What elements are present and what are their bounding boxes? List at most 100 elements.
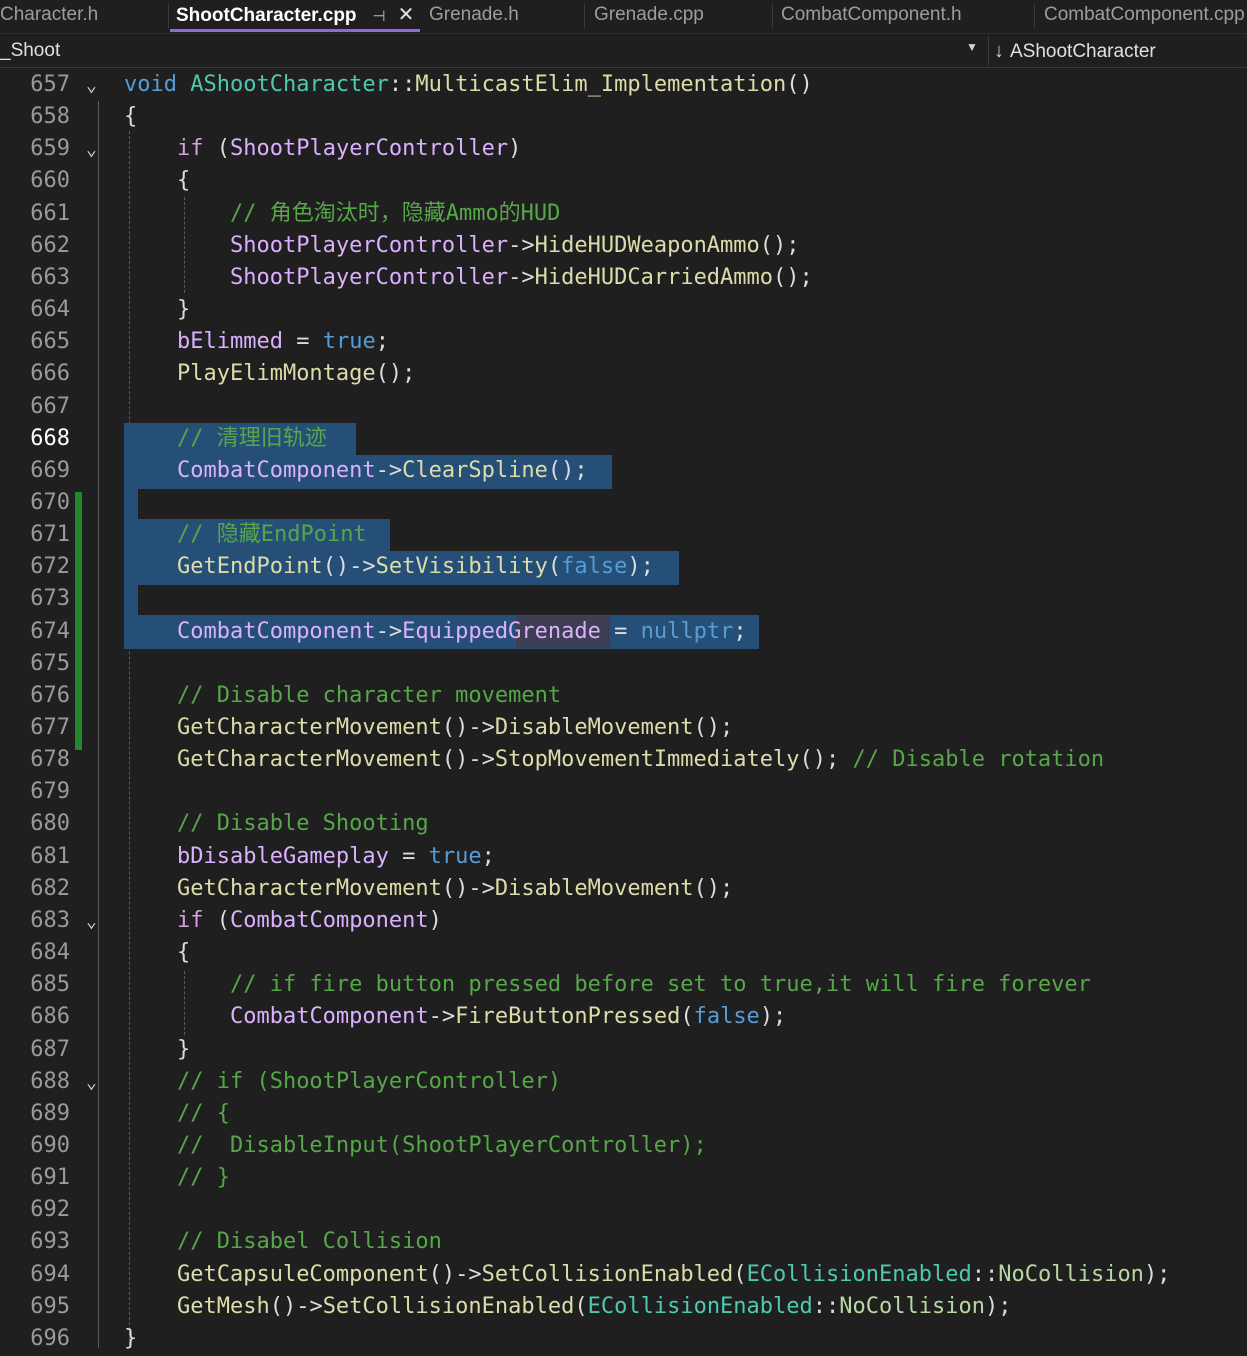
line-number: 666 (30, 361, 70, 386)
tab-combatcomponent-cpp[interactable]: CombatComponent.cpp (1044, 0, 1247, 32)
tab-combatcomponent-h[interactable]: CombatComponent.h (781, 0, 1031, 32)
code-text: // { (124, 1098, 230, 1130)
code-line[interactable]: 663 ShootPlayerController->HideHUDCarrie… (0, 262, 1247, 294)
code-line[interactable]: 695 GetMesh()->SetCollisionEnabled(EColl… (0, 1291, 1247, 1323)
code-token: } (124, 1326, 138, 1351)
code-line[interactable]: 670 (0, 487, 1247, 519)
code-line[interactable]: 678 GetCharacterMovement()->StopMovement… (0, 744, 1247, 776)
tab-grenade-h[interactable]: Grenade.h (429, 0, 581, 32)
code-text: } (124, 294, 190, 326)
code-line[interactable]: 666 PlayElimMontage(); (0, 358, 1247, 390)
code-line[interactable]: 673 (0, 583, 1247, 615)
code-token: ()-> (428, 1262, 482, 1287)
line-number: 686 (30, 1004, 70, 1029)
code-line[interactable]: 692 (0, 1194, 1247, 1226)
code-line[interactable]: 696} (0, 1323, 1247, 1355)
code-line[interactable]: 680 // Disable Shooting (0, 808, 1247, 840)
code-line[interactable]: 690 // DisableInput(ShootPlayerControlle… (0, 1130, 1247, 1162)
line-number: 664 (30, 297, 70, 322)
fold-chevron-icon[interactable]: ⌄ (86, 134, 108, 166)
code-line[interactable]: 659 ⌄ if (ShootPlayerController) (0, 133, 1247, 165)
code-token: { (124, 940, 191, 965)
code-text: if (ShootPlayerController) (124, 133, 521, 165)
code-line[interactable]: 679 (0, 776, 1247, 808)
code-line[interactable]: 684 { (0, 937, 1247, 969)
code-text: ShootPlayerController->HideHUDWeaponAmmo… (124, 230, 800, 262)
code-line[interactable]: 660 { (0, 165, 1247, 197)
code-text: { (124, 165, 190, 197)
code-line[interactable]: 694 GetCapsuleComponent()->SetCollisionE… (0, 1259, 1247, 1291)
code-line[interactable]: 665 bElimmed = true; (0, 326, 1247, 358)
code-line[interactable]: 675 (0, 648, 1247, 680)
code-line[interactable]: 658 { (0, 101, 1247, 133)
code-token: bDisableGameplay (176, 844, 389, 869)
fold-chevron-icon[interactable]: ⌄ (86, 1067, 108, 1099)
project-dropdown[interactable]: _Shoot (0, 40, 60, 62)
code-line[interactable]: 676 // Disable character movement (0, 680, 1247, 712)
fold-chevron-icon[interactable]: ⌄ (86, 906, 108, 938)
code-token: ); (627, 554, 654, 579)
code-token: ( (680, 1004, 694, 1029)
code-line[interactable]: 682 GetCharacterMovement()->DisableMovem… (0, 873, 1247, 905)
code-token: ClearSpline (402, 458, 548, 483)
chevron-down-icon[interactable]: ▼ (966, 40, 978, 54)
code-line[interactable]: 689 // { (0, 1098, 1247, 1130)
tab-grenade-cpp[interactable]: Grenade.cpp (594, 0, 770, 32)
code-token: // 角色淘汰时，隐藏Ammo的HUD (229, 201, 561, 226)
code-line[interactable]: 672 GetEndPoint()->SetVisibility(false); (0, 551, 1247, 583)
code-line[interactable]: 683 ⌄ if (CombatComponent) (0, 905, 1247, 937)
close-icon[interactable]: ✕ (398, 0, 415, 30)
code-text: { (124, 937, 190, 969)
code-line[interactable]: 661 // 角色淘汰时，隐藏Ammo的HUD (0, 198, 1247, 230)
code-token: = (388, 844, 429, 869)
fold-chevron-icon[interactable]: ⌄ (86, 70, 108, 102)
code-line[interactable]: 688 ⌄ // if (ShootPlayerController) (0, 1066, 1247, 1098)
code-line[interactable]: 687 } (0, 1034, 1247, 1066)
code-token: (); (773, 265, 813, 290)
code-token: FireButtonPressed (455, 1004, 681, 1029)
code-text: // if (ShootPlayerController) (124, 1066, 561, 1098)
code-token: ShootPlayerController (229, 136, 509, 161)
code-token: // Disable Shooting (176, 811, 429, 836)
code-line[interactable]: 686 CombatComponent->FireButtonPressed(f… (0, 1001, 1247, 1033)
code-token: CombatComponent (229, 1004, 429, 1029)
code-line[interactable]: 681 bDisableGameplay = true; (0, 841, 1247, 873)
code-token: ( (216, 908, 230, 933)
code-token: -> (375, 619, 403, 644)
line-number: 681 (30, 844, 70, 869)
line-number: 690 (30, 1133, 70, 1158)
code-line[interactable]: 674 CombatComponent->EquippedGrenade = n… (0, 616, 1247, 648)
scope-dropdown[interactable]: ↓ AShootCharacter (994, 40, 1156, 63)
line-number: 671 (30, 522, 70, 547)
code-text: CombatComponent->FireButtonPressed(false… (124, 1001, 786, 1033)
code-token: CombatComponent (176, 458, 376, 483)
code-token: ()-> (441, 715, 495, 740)
tab-character-h[interactable]: Character.h (0, 0, 166, 32)
code-line[interactable]: 693 // Disabel Collision (0, 1226, 1247, 1258)
code-text: CombatComponent->EquippedGrenade = nullp… (124, 616, 747, 648)
code-editor[interactable]: 657 ⌄ void AShootCharacter::MulticastElim_… (0, 69, 1247, 1356)
code-line[interactable]: 667 (0, 391, 1247, 423)
code-line[interactable]: 671 // 隐藏EndPoint (0, 519, 1247, 551)
code-line[interactable]: 677 GetCharacterMovement()->DisableMovem… (0, 712, 1247, 744)
code-line[interactable]: 668 // 清理旧轨迹 (0, 423, 1247, 455)
code-line[interactable]: 685 // if fire button pressed before set… (0, 969, 1247, 1001)
tab-shootcharacter-cpp[interactable]: ShootCharacter.cpp ⊣ ✕ (170, 0, 420, 32)
code-token: GetCharacterMovement (176, 747, 442, 772)
code-token: AShootCharacter (190, 72, 389, 97)
line-number: 657 (30, 72, 70, 97)
code-token: ()-> (322, 554, 376, 579)
code-line[interactable]: 669 CombatComponent->ClearSpline(); (0, 455, 1247, 487)
code-line[interactable]: 664 } (0, 294, 1247, 326)
code-text: { (124, 101, 137, 133)
code-line[interactable]: 657 ⌄ void AShootCharacter::MulticastElim_… (0, 69, 1247, 101)
code-line[interactable]: 662 ShootPlayerController->HideHUDWeapon… (0, 230, 1247, 262)
line-number: 662 (30, 233, 70, 258)
pin-icon[interactable]: ⊣ (373, 2, 386, 32)
code-line[interactable]: 691 // } (0, 1162, 1247, 1194)
